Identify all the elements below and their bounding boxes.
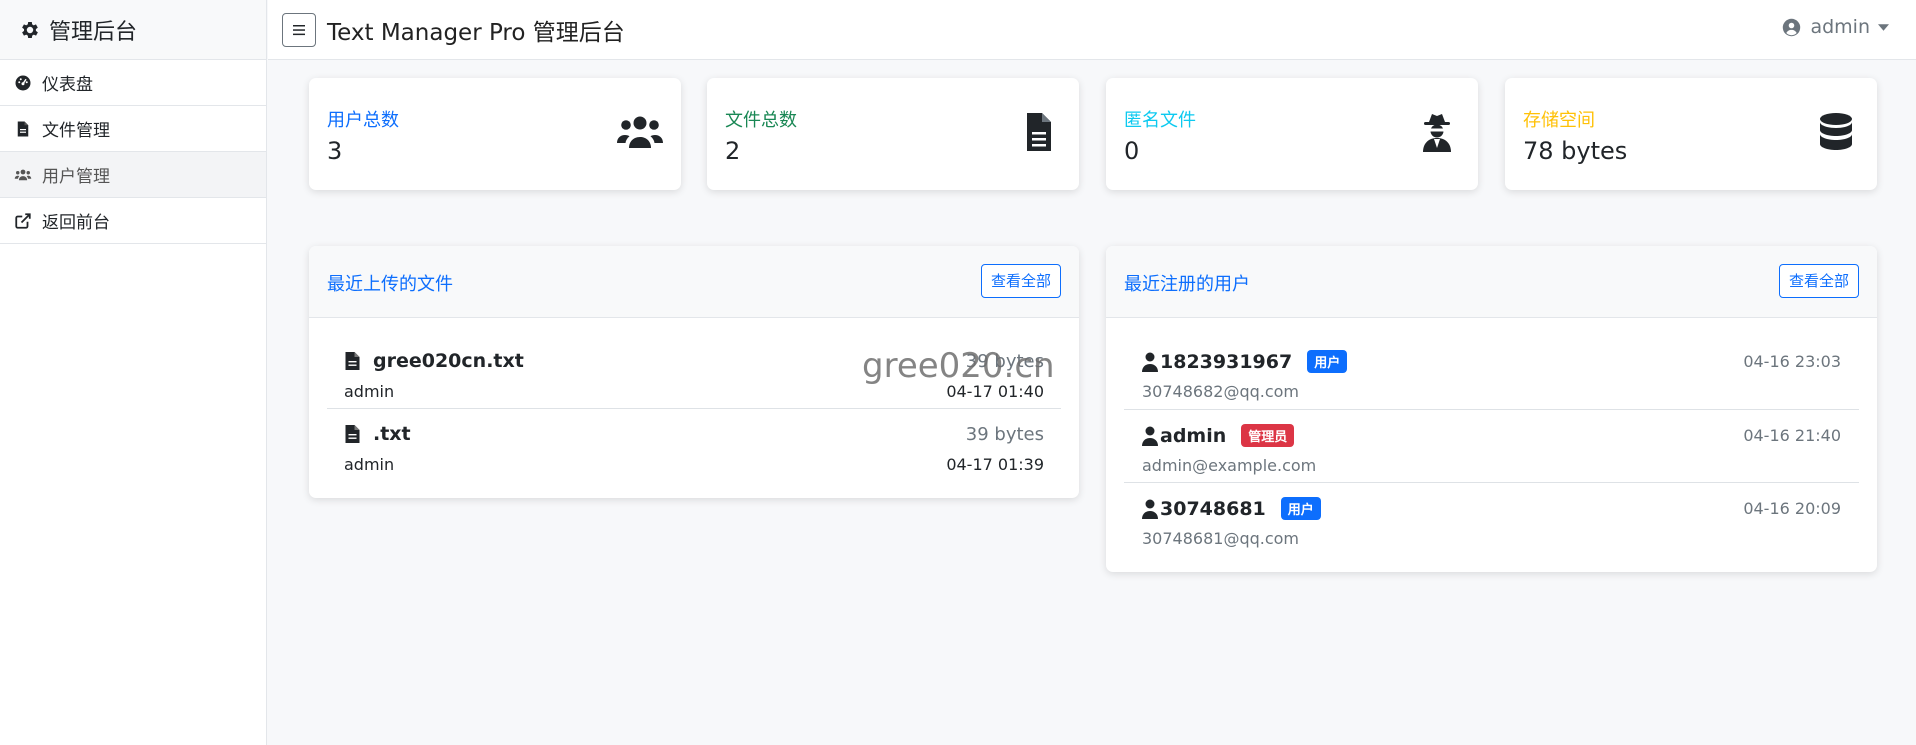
stat-label: 存储空间 <box>1523 110 1595 131</box>
dashboard-icon <box>15 75 31 90</box>
panel-title: 最近上传的文件 <box>327 274 453 295</box>
sidebar-item-dashboard[interactable]: 仪表盘 <box>0 60 266 106</box>
users-icon <box>14 169 32 180</box>
stat-label: 匿名文件 <box>1124 110 1196 131</box>
stat-label: 用户总数 <box>327 110 399 131</box>
role-badge: 用户 <box>1307 350 1348 373</box>
user-row[interactable]: 30748681 用户 04-16 20:09 30748681@qq.com <box>1124 482 1859 555</box>
user-icon <box>1142 352 1158 372</box>
view-all-users-button[interactable]: 查看全部 <box>1778 264 1859 298</box>
sidebar-item-label: 用户管理 <box>42 167 110 187</box>
stat-value: 78 bytes <box>1523 137 1628 165</box>
stat-value: 0 <box>1124 137 1140 165</box>
user-name: admin 管理员 <box>1160 424 1295 447</box>
database-icon <box>1820 113 1852 150</box>
file-row[interactable]: gree020cn.txt 39 bytes admin 04-17 01:40 <box>327 336 1061 408</box>
hamburger-icon <box>293 24 305 35</box>
sidebar-item-users[interactable]: 用户管理 <box>0 152 266 198</box>
stat-card-storage: 存储空间 78 bytes <box>1505 78 1877 190</box>
stat-value: 2 <box>725 137 741 165</box>
user-icon <box>1142 426 1158 446</box>
user-icon <box>1142 499 1158 519</box>
page-title: Text Manager Pro 管理后台 <box>327 19 625 46</box>
recent-users-panel: 最近注册的用户 查看全部 1823931967 用户 04-16 23:03 3… <box>1106 246 1877 572</box>
stat-card-files: 文件总数 2 <box>707 78 1079 190</box>
stat-card-anonymous: 匿名文件 0 <box>1106 78 1478 190</box>
user-email: 30748681@qq.com <box>1142 529 1300 548</box>
gear-icon <box>22 21 38 38</box>
top-bar: Text Manager Pro 管理后台 admin <box>268 0 1916 60</box>
user-name-text: 30748681 <box>1160 497 1266 520</box>
user-date: 04-16 21:40 <box>1743 426 1841 445</box>
users-icon <box>617 116 663 148</box>
file-owner: admin <box>344 455 395 474</box>
stat-label: 文件总数 <box>725 110 797 131</box>
file-owner: admin <box>344 382 395 401</box>
sidebar-brand[interactable]: 管理后台 <box>0 0 266 60</box>
user-row[interactable]: 1823931967 用户 04-16 23:03 30748682@qq.co… <box>1124 336 1859 409</box>
external-link-icon <box>15 212 31 229</box>
stat-value: 3 <box>327 137 343 165</box>
file-icon <box>345 425 360 443</box>
user-date: 04-16 20:09 <box>1743 499 1841 518</box>
user-email: admin@example.com <box>1142 456 1317 475</box>
file-icon <box>17 121 29 136</box>
file-name-text: gree020cn.txt <box>373 350 524 372</box>
user-secret-icon <box>1423 114 1451 152</box>
user-circle-icon <box>1783 18 1801 36</box>
file-icon <box>1027 113 1051 151</box>
user-name-text: 1823931967 <box>1160 350 1293 373</box>
role-badge: 用户 <box>1280 497 1321 520</box>
view-all-files-button[interactable]: 查看全部 <box>980 264 1061 298</box>
user-name-text: admin <box>1160 424 1227 447</box>
user-name: admin <box>1810 16 1870 38</box>
recent-files-panel: 最近上传的文件 查看全部 gree020cn.txt 39 bytes admi… <box>309 246 1079 498</box>
file-size: 39 bytes <box>965 351 1044 372</box>
menu-toggle-button[interactable] <box>282 12 316 47</box>
sidebar: 管理后台 仪表盘 文件管理 用户管理 返回前台 <box>0 0 267 745</box>
file-icon <box>345 352 360 370</box>
user-date: 04-16 23:03 <box>1743 352 1841 371</box>
file-size: 39 bytes <box>965 424 1044 445</box>
user-name: 30748681 用户 <box>1160 497 1321 520</box>
user-dropdown[interactable]: admin <box>1782 16 1889 38</box>
file-row[interactable]: .txt 39 bytes admin 04-17 01:39 <box>327 408 1061 480</box>
sidebar-item-label: 返回前台 <box>42 213 110 233</box>
user-email: 30748682@qq.com <box>1142 382 1300 401</box>
user-row[interactable]: admin 管理员 04-16 21:40 admin@example.com <box>1124 409 1859 482</box>
user-name: 1823931967 用户 <box>1160 350 1348 373</box>
sidebar-item-files[interactable]: 文件管理 <box>0 106 266 152</box>
sidebar-item-frontend[interactable]: 返回前台 <box>0 198 266 244</box>
role-badge: 管理员 <box>1241 424 1295 447</box>
panel-title: 最近注册的用户 <box>1124 274 1250 295</box>
stat-card-users: 用户总数 3 <box>309 78 681 190</box>
brand-title: 管理后台 <box>49 19 138 45</box>
file-date: 04-17 01:40 <box>946 382 1044 401</box>
file-name[interactable]: gree020cn.txt <box>344 350 524 372</box>
file-name-text: .txt <box>373 423 411 445</box>
sidebar-item-label: 文件管理 <box>42 121 110 141</box>
sidebar-item-label: 仪表盘 <box>42 75 93 95</box>
file-name[interactable]: .txt <box>344 423 411 445</box>
caret-down-icon <box>1878 23 1889 31</box>
panel-header: 最近注册的用户 查看全部 <box>1106 246 1877 318</box>
file-date: 04-17 01:39 <box>946 455 1044 474</box>
panel-header: 最近上传的文件 查看全部 <box>309 246 1079 318</box>
